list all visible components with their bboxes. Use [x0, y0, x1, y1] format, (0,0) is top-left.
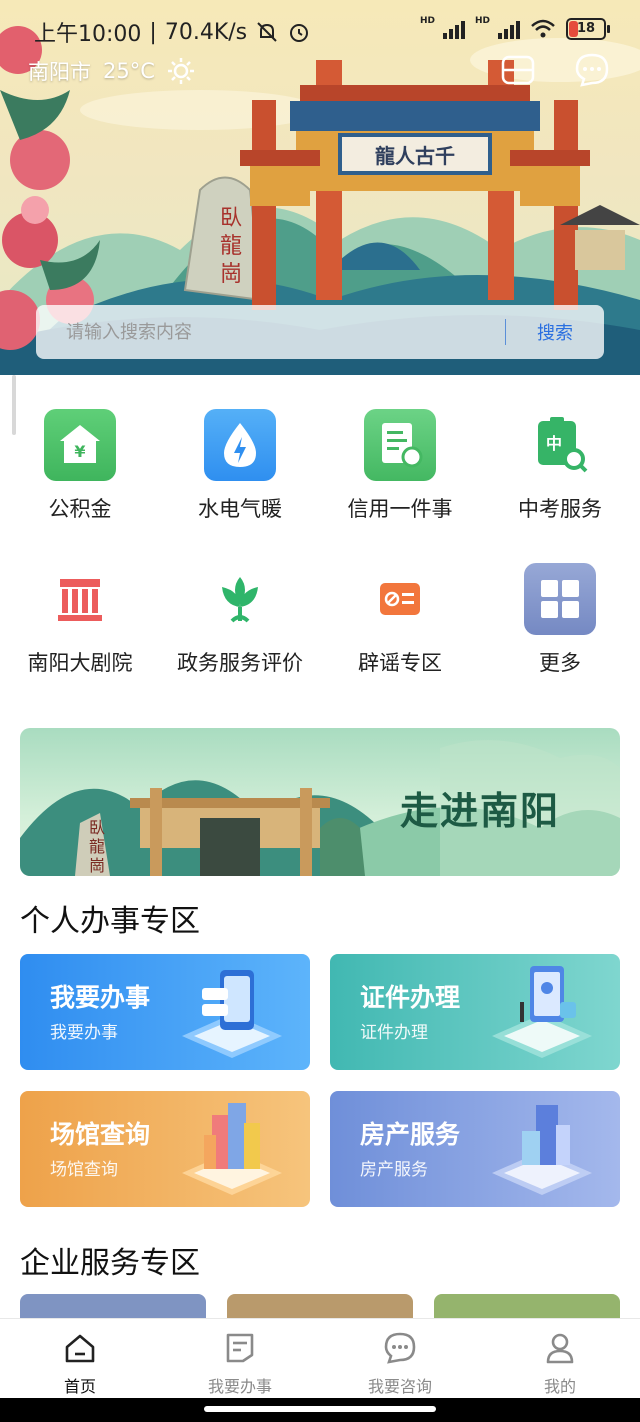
bottom-nav: 首页 我要办事 我要咨询 我的 — [0, 1318, 640, 1399]
buildings-platform-icon — [182, 1103, 282, 1195]
card-title: 场馆查询 — [50, 1120, 151, 1149]
consult-chat-icon — [384, 1332, 416, 1364]
card-title: 房产服务 — [360, 1120, 461, 1149]
chat-bubble-icon[interactable] — [574, 52, 610, 88]
phone-platform-icon — [182, 970, 282, 1058]
service-label: 水电气暖 — [198, 497, 282, 521]
service-label: 公积金 — [48, 497, 112, 521]
signal-icon — [498, 19, 520, 39]
nav-label: 我要办事 — [207, 1377, 272, 1396]
header-actions — [500, 52, 610, 88]
promo-banner[interactable]: 臥龍崗 走进南阳 — [20, 728, 620, 876]
bell-muted-icon — [257, 22, 277, 42]
card-subtitle: 场馆查询 — [50, 1160, 118, 1180]
status-right: HD HD 18 — [419, 16, 610, 40]
exam-search-icon: 中 — [524, 409, 596, 481]
house-platform-icon — [492, 1105, 592, 1195]
more-grid-icon — [524, 563, 596, 635]
banner-stone-text: 臥龍崗 — [88, 818, 105, 875]
wifi-icon — [531, 19, 555, 38]
hd-badge: HD — [474, 16, 490, 26]
status-time: 上午10:00 — [34, 22, 142, 47]
profile-icon — [546, 1333, 574, 1364]
card-venue-query[interactable]: 场馆查询 场馆查询 — [20, 1091, 310, 1207]
service-more[interactable]: 更多 — [480, 563, 640, 677]
search-bar: 搜索 — [36, 304, 604, 360]
city-name[interactable]: 南阳市 — [28, 56, 91, 86]
nav-label: 我要咨询 — [367, 1377, 432, 1396]
service-evaluation[interactable]: 政务服务评价 — [160, 563, 320, 677]
theater-building-icon — [44, 563, 116, 635]
service-utilities[interactable]: 水电气暖 — [160, 409, 320, 523]
card-subtitle: 我要办事 — [50, 1023, 118, 1043]
housing-fund-icon: ¥ — [44, 409, 116, 481]
card-title: 我要办事 — [50, 983, 151, 1012]
scan-icon[interactable] — [500, 52, 536, 88]
hd-badge: HD — [419, 16, 435, 26]
hero-banner: 上午10:00 | 70.4K/s HD HD 18 南阳市 25°C 龍人古千… — [0, 0, 640, 375]
stone-inscription: 臥龍崗 — [219, 206, 242, 287]
status-left: 上午10:00 | 70.4K/s — [34, 16, 311, 48]
card-property-service[interactable]: 房产服务 房产服务 — [330, 1091, 620, 1207]
card-subtitle: 房产服务 — [360, 1160, 428, 1180]
nav-handle-affairs[interactable]: 我要办事 — [160, 1319, 320, 1399]
temperature: 25°C — [103, 59, 155, 83]
section-title-personal: 个人办事专区 — [20, 904, 200, 939]
service-label: 政务服务评价 — [177, 651, 303, 675]
gesture-bar-area — [0, 1398, 640, 1422]
card-subtitle: 证件办理 — [360, 1023, 428, 1043]
status-separator: | — [149, 19, 157, 45]
rumor-card-icon — [364, 563, 436, 635]
sun-icon — [167, 58, 194, 84]
nav-label: 首页 — [63, 1377, 96, 1396]
location-weather[interactable]: 南阳市 25°C — [28, 56, 195, 86]
service-label: 中考服务 — [518, 497, 602, 521]
card-certificate[interactable]: 证件办理 证件办理 — [330, 954, 620, 1070]
certificate-platform-icon — [492, 966, 592, 1058]
banner-title: 走进南阳 — [400, 789, 561, 833]
service-exam[interactable]: 中 中考服务 — [480, 409, 640, 523]
service-label: 辟谣专区 — [358, 651, 442, 675]
card-handle-affairs[interactable]: 我要办事 我要办事 — [20, 954, 310, 1070]
alarm-icon — [290, 24, 309, 42]
utilities-drop-icon — [204, 409, 276, 481]
battery-level: 18 — [576, 21, 596, 36]
nav-label: 我的 — [543, 1377, 576, 1396]
task-document-icon — [226, 1333, 254, 1363]
gate-plaque: 龍人古千 — [375, 144, 455, 168]
service-theater[interactable]: 南阳大剧院 — [0, 563, 160, 677]
svg-text:中: 中 — [546, 434, 562, 453]
service-housing-fund[interactable]: ¥ 公积金 — [0, 409, 160, 523]
section-title-enterprise: 企业服务专区 — [20, 1246, 200, 1281]
nav-consult[interactable]: 我要咨询 — [320, 1319, 480, 1399]
card-title: 证件办理 — [360, 983, 461, 1012]
home-icon — [65, 1334, 95, 1363]
search-button[interactable]: 搜索 — [506, 319, 604, 345]
lotus-icon — [204, 563, 276, 635]
battery-icon: 18 — [566, 18, 610, 40]
search-input[interactable] — [36, 304, 505, 360]
service-label: 南阳大剧院 — [27, 651, 133, 675]
signal-icon — [442, 19, 465, 39]
nav-home[interactable]: 首页 — [0, 1319, 160, 1399]
credit-document-icon — [364, 409, 436, 481]
service-credit[interactable]: 信用一件事 — [320, 409, 480, 523]
home-indicator[interactable] — [204, 1406, 436, 1412]
service-rumor[interactable]: 辟谣专区 — [320, 563, 480, 677]
status-bar: 上午10:00 | 70.4K/s HD HD 18 — [0, 0, 640, 60]
nav-profile[interactable]: 我的 — [480, 1319, 640, 1399]
service-label: 信用一件事 — [347, 497, 453, 521]
network-speed: 70.4K/s — [164, 19, 248, 45]
svg-text:¥: ¥ — [74, 442, 85, 461]
service-label: 更多 — [539, 651, 581, 675]
